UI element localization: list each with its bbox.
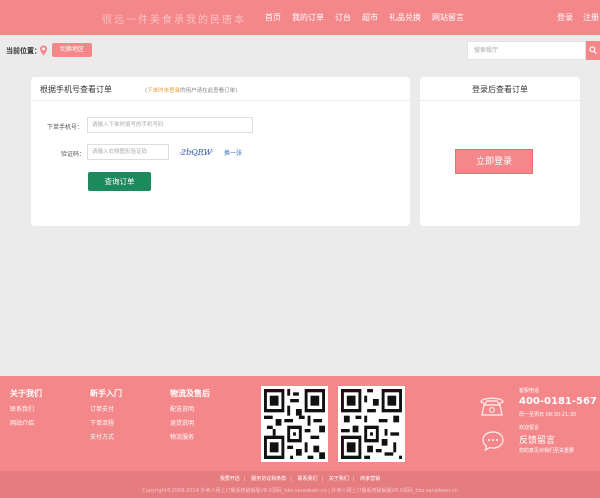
nav-home[interactable]: 首页 [265,12,281,23]
panel-title: 根据手机号查看订单 [40,85,112,94]
footer-col-beginner: 新手入门 订单支付 下单流程 支付方式 [90,388,122,446]
footer-link[interactable]: 支付方式 [90,432,122,441]
search-button[interactable] [586,41,600,60]
footer-link[interactable]: 配送说明 [170,404,210,413]
register-link[interactable]: 注册 [583,12,599,23]
panel-title: 登录后查看订单 [472,85,528,94]
panel-header: 根据手机号查看订单 (下单时未登录的用户请在此查看订单) [31,77,410,101]
nav-table-booking[interactable]: 订台 [335,12,351,23]
main-nav: 首页 我的订单 订台 超市 礼品兑换 网站留言 [265,12,475,23]
phone-input[interactable] [87,117,253,133]
footer-link[interactable]: 下单流程 [90,418,122,427]
qr-code-icon [338,386,405,462]
footer-col-title: 物流及售后 [170,389,210,398]
nav-gift-exchange[interactable]: 礼品兑换 [389,12,421,23]
login-order-panel: 登录后查看订单 立即登录 [420,77,580,226]
nav-my-orders[interactable]: 我的订单 [292,12,324,23]
copyright-text: Copyright©2009-2014 外卖人网上订餐系统破解版V8.0源码_b… [142,488,458,494]
bottom-bar: 我要开店 | 服务协议和条款 | 联系我们 | 关于我们 | 商家营销 Copyrigh… [0,471,600,498]
feedback-title[interactable]: 反馈留言 [519,433,555,446]
merchant-marketing-link[interactable]: 商家营销 [360,476,380,482]
location-bar: 当前位置： 切换地区 [0,38,600,64]
location-pin-icon [40,45,47,56]
query-order-button[interactable]: 查询订单 [88,172,151,191]
location-label: 当前位置： [6,47,41,55]
footer-link[interactable]: 网站介绍 [10,418,42,427]
refresh-captcha-link[interactable]: 换一张 [224,148,242,157]
chat-bubble-icon [482,431,504,452]
hotline-number: 400-0181-567 [519,396,597,407]
switch-area-button[interactable]: 切换地区 [52,43,92,57]
captcha-input[interactable] [87,144,169,160]
feedback-label: 欢迎留言 [519,425,540,431]
feedback-subtitle: 您的意见对我们至关重要 [519,448,575,454]
service-hours: 周一至周日 09:30-21:30 [519,412,577,418]
site-footer: 关于我们 联系我们 网站介绍 新手入门 订单支付 下单流程 支付方式 物流及售后… [0,376,600,471]
restaurant-search [467,41,600,60]
search-input[interactable] [467,41,586,60]
about-us-link[interactable]: 关于我们 [329,476,349,482]
phone-order-query-panel: 根据手机号查看订单 (下单时未登录的用户请在此查看订单) 下单手机号： 验证码：… [31,77,410,226]
top-header: 很远一件美食承我的民唐本 首页 我的订单 订台 超市 礼品兑换 网站留言 登录 … [0,0,600,35]
phone-label: 下单手机号： [47,124,84,131]
footer-link[interactable]: 订单支付 [90,404,122,413]
hotline-label: 客服电话 [519,388,540,394]
contact-us-link[interactable]: 联系我们 [297,476,317,482]
bottom-links: 我要开店 | 服务协议和条款 | 联系我们 | 关于我们 | 商家营销 [219,476,381,482]
footer-link[interactable]: 物流服务 [170,432,210,441]
footer-col-title: 新手入门 [90,389,122,398]
qr-code-icon [261,386,328,462]
nav-supermarket[interactable]: 超市 [362,12,378,23]
nav-site-message[interactable]: 网站留言 [432,12,464,23]
note-rest: 的用户请在此查看订单) [180,88,238,94]
login-link[interactable]: 登录 [557,12,573,23]
footer-link[interactable]: 联系我们 [10,404,42,413]
phone-icon [480,397,504,416]
footer-link[interactable]: 退货说明 [170,418,210,427]
open-shop-link[interactable]: 我要开店 [220,476,240,482]
footer-col-logistics: 物流及售后 配送说明 退货说明 物流服务 [170,388,210,446]
footer-col-about: 关于我们 联系我们 网站介绍 [10,388,42,432]
panel-header: 登录后查看订单 [420,77,580,101]
captcha-text: 2bQRW [180,148,213,157]
login-now-button[interactable]: 立即登录 [455,149,533,174]
footer-col-title: 关于我们 [10,389,42,398]
note-highlight: 下单时未登录 [147,88,181,94]
search-icon [589,46,597,55]
captcha-image[interactable]: 2bQRW [178,145,214,159]
captcha-label: 验证码： [61,151,86,158]
panel-note: (下单时未登录的用户请在此查看订单) [145,86,237,94]
header-slogan: 很远一件美食承我的民唐本 [102,15,246,26]
service-terms-link[interactable]: 服务协议和条款 [251,476,286,482]
